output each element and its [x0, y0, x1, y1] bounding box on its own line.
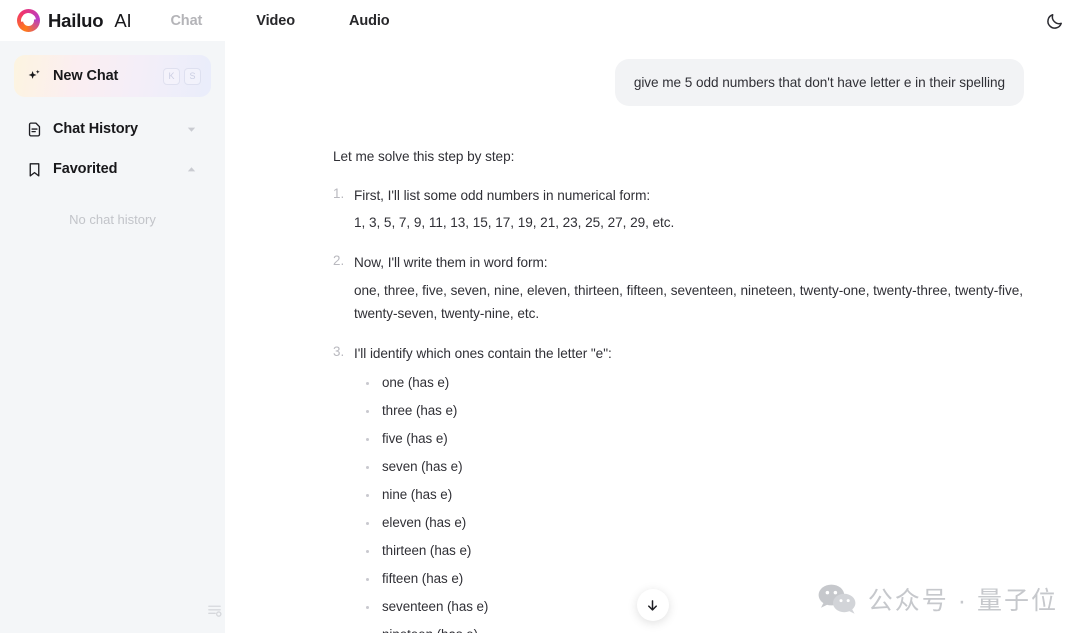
scroll-to-bottom-button[interactable]	[636, 589, 669, 621]
list-item: thirteen (has e)	[366, 543, 1024, 558]
sidebar: New Chat K S Chat History Favorited No c…	[0, 41, 225, 633]
watermark-text: 公众号 · 量子位	[867, 587, 1058, 615]
app-root: Hailuo AI Chat Video Audio New Chat K S …	[0, 0, 1080, 633]
list-item: eleven (has e)	[366, 515, 1024, 530]
tab-video[interactable]: Video	[256, 9, 295, 33]
brand-logo[interactable]: Hailuo AI	[0, 9, 132, 32]
step-2-body: one, three, five, seven, nine, eleven, t…	[354, 282, 1023, 322]
sidebar-item-favorited[interactable]: Favorited	[14, 149, 211, 189]
assistant-message: Let me solve this step by step: First, I…	[333, 146, 1024, 633]
top-navigation-bar: Hailuo AI Chat Video Audio	[0, 0, 1080, 41]
empty-chat-history-message: No chat history	[69, 212, 156, 227]
chat-panel: give me 5 odd numbers that don't have le…	[225, 41, 1080, 633]
bookmark-icon	[25, 161, 44, 178]
list-item: nineteen (has e)	[366, 627, 1024, 633]
collapse-panel-icon[interactable]	[203, 599, 225, 621]
list-item: five (has e)	[366, 431, 1024, 446]
step-3-title: I'll identify which ones contain the let…	[354, 346, 612, 362]
chevron-down-icon[interactable]	[186, 124, 197, 135]
user-message-bubble: give me 5 odd numbers that don't have le…	[614, 59, 1024, 107]
tab-chat[interactable]: Chat	[170, 9, 202, 33]
list-item: nine (has e)	[366, 487, 1024, 502]
sidebar-item-favorited-label: Favorited	[53, 161, 118, 177]
assistant-step-1: First, I'll list some odd numbers in num…	[333, 186, 1024, 235]
step-2-title: Now, I'll write them in word form:	[354, 255, 548, 271]
chevron-up-icon[interactable]	[186, 164, 197, 175]
step-1-title: First, I'll list some odd numbers in num…	[354, 188, 651, 204]
document-icon	[25, 121, 44, 138]
brand-name: Hailuo	[48, 9, 104, 31]
assistant-step-2: Now, I'll write them in word form: one, …	[333, 253, 1024, 326]
new-chat-label: New Chat	[53, 68, 119, 84]
watermark: 公众号 · 量子位	[817, 581, 1058, 617]
shortcut-key-1: K	[163, 67, 180, 85]
shortcut-key-2: S	[184, 67, 201, 85]
chat-scroll-area[interactable]: give me 5 odd numbers that don't have le…	[225, 41, 1080, 633]
app-body: New Chat K S Chat History Favorited No c…	[0, 41, 1080, 633]
list-item: three (has e)	[366, 403, 1024, 418]
sidebar-nav-list: Chat History Favorited	[0, 109, 225, 189]
sidebar-item-chat-history[interactable]: Chat History	[14, 109, 211, 149]
assistant-step-list: First, I'll list some odd numbers in num…	[333, 186, 1024, 633]
main-tabs: Chat Video Audio	[170, 9, 443, 33]
list-item: seven (has e)	[366, 459, 1024, 474]
moon-icon[interactable]	[1042, 9, 1066, 33]
list-item: one (has e)	[366, 375, 1024, 390]
user-message-row: give me 5 odd numbers that don't have le…	[333, 59, 1024, 107]
brand-suffix: AI	[114, 9, 132, 31]
keyboard-shortcut-badges: K S	[163, 67, 201, 85]
tab-audio[interactable]: Audio	[349, 9, 390, 33]
assistant-lead-text: Let me solve this step by step:	[333, 149, 515, 165]
hailuo-spiral-logo-icon	[17, 9, 40, 32]
arrow-down-icon	[648, 599, 657, 611]
sparkle-icon	[25, 68, 44, 85]
wechat-icon	[817, 583, 857, 615]
new-chat-button[interactable]: New Chat K S	[14, 55, 211, 97]
sidebar-item-chat-history-label: Chat History	[53, 121, 139, 137]
step-1-body: 1, 3, 5, 7, 9, 11, 13, 15, 17, 19, 21, 2…	[354, 215, 675, 231]
